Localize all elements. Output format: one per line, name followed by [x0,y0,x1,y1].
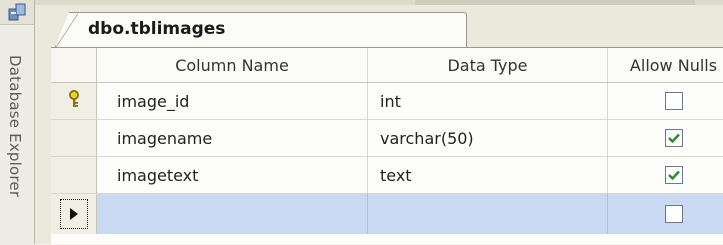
document-tab[interactable]: dbo.tblimages [55,12,467,47]
database-explorer-icon[interactable] [7,2,27,22]
row-selector[interactable] [51,194,97,234]
table-designer: dbo.tblimages Column Name Data Type Allo… [35,0,723,244]
data-type-cell[interactable] [368,194,608,234]
current-row-arrow-icon [59,199,88,229]
check-icon [667,133,680,144]
header-allow-nulls[interactable]: Allow Nulls [608,48,723,82]
data-type-cell[interactable]: varchar(50) [368,120,608,156]
row-selector[interactable] [51,120,97,156]
columns-grid: Column Name Data Type Allow Nulls image_… [51,47,723,244]
grid-header: Column Name Data Type Allow Nulls [51,48,723,83]
database-explorer-dock: Database Explorer [0,0,35,245]
header-selector[interactable] [51,48,97,82]
column-name-cell[interactable] [97,194,368,234]
column-name-cell[interactable]: imagetext [97,157,368,193]
check-icon [667,170,680,181]
row-selector[interactable] [51,83,97,119]
table-row[interactable]: imagename varchar(50) [51,120,723,157]
row-selector[interactable] [51,157,97,193]
allow-nulls-checkbox[interactable] [664,92,683,110]
toolbar-strip [35,0,723,5]
database-explorer-label: Database Explorer [6,55,24,198]
allow-nulls-cell [608,157,723,193]
table-row-new[interactable] [51,194,723,234]
primary-key-icon [67,90,81,112]
allow-nulls-checkbox[interactable] [664,166,683,184]
table-row[interactable]: image_id int [51,83,723,120]
allow-nulls-cell [608,120,723,156]
column-name-cell[interactable]: imagename [97,120,368,156]
allow-nulls-checkbox[interactable] [664,129,683,147]
header-column-name[interactable]: Column Name [97,48,368,82]
table-row[interactable]: imagetext text [51,157,723,194]
data-type-cell[interactable]: int [368,83,608,119]
tab-title: dbo.tblimages [88,19,226,39]
header-data-type[interactable]: Data Type [368,48,608,82]
database-explorer-tab[interactable]: Database Explorer [0,24,34,245]
allow-nulls-cell [608,194,723,234]
column-name-cell[interactable]: image_id [97,83,368,119]
allow-nulls-cell [608,83,723,119]
allow-nulls-checkbox[interactable] [664,205,683,223]
data-type-cell[interactable]: text [368,157,608,193]
